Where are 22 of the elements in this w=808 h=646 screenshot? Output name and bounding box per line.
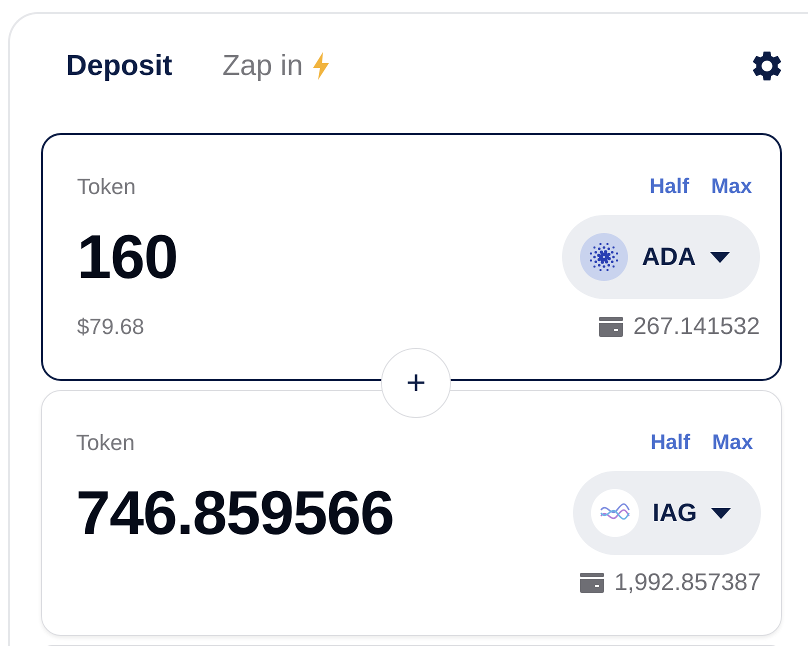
- coin-icon: [580, 233, 628, 281]
- token-select[interactable]: IAG: [572, 471, 761, 555]
- token-label: Token: [77, 174, 136, 200]
- max-link[interactable]: Max: [712, 431, 753, 455]
- caret-icon: [711, 508, 731, 518]
- wave-logo-icon: [590, 489, 639, 537]
- tab[interactable]: Deposit: [66, 50, 172, 82]
- tab[interactable]: Zap in: [222, 50, 331, 82]
- wallet-icon: [580, 573, 604, 593]
- token-select[interactable]: ADA: [562, 215, 760, 299]
- balance-text: 267.141532: [633, 313, 760, 341]
- caret-icon: [710, 252, 730, 262]
- amount-input[interactable]: 160: [77, 222, 178, 292]
- max-link[interactable]: Max: [711, 175, 752, 199]
- token-label: Token: [76, 430, 135, 456]
- half-link[interactable]: Half: [650, 431, 690, 455]
- lightning-icon: [310, 52, 331, 80]
- balance-text: 1,992.857387: [614, 569, 761, 597]
- half-link[interactable]: Half: [649, 175, 690, 199]
- wallet-icon: [599, 317, 624, 337]
- usd-value: $79.68: [77, 314, 144, 340]
- amount-input[interactable]: 746.859566: [76, 478, 394, 548]
